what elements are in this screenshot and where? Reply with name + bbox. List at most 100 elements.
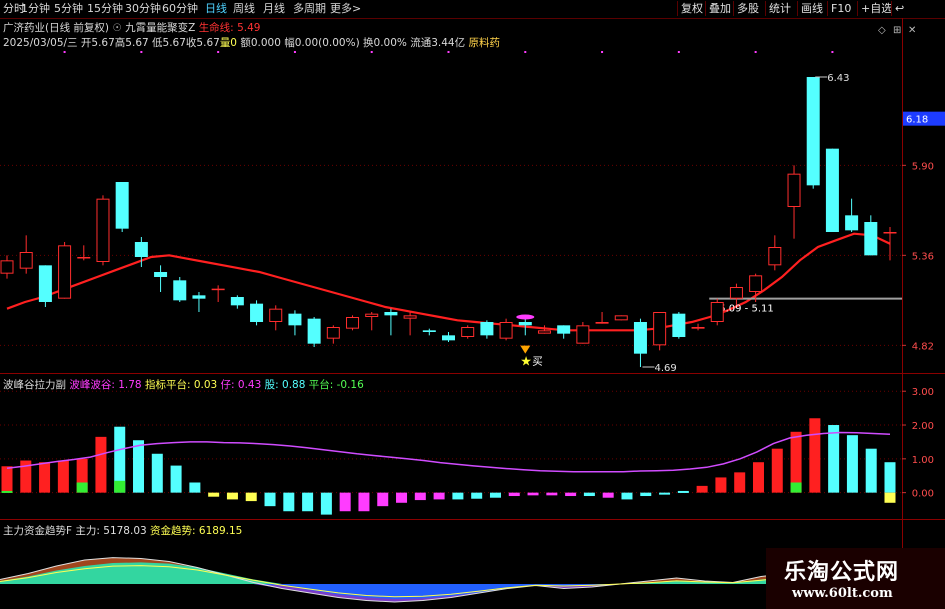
osc-bar-15	[283, 492, 295, 512]
candle-36	[691, 323, 705, 331]
candle-8	[154, 265, 168, 292]
osc-bar-overlay-3	[790, 482, 802, 493]
top-signal-dot-3	[63, 51, 66, 53]
candle-body-37	[710, 302, 724, 322]
osc-bar-overlay-2	[114, 480, 126, 493]
candle-body-16	[307, 318, 321, 344]
candle-6	[115, 182, 129, 232]
candle-21	[403, 312, 417, 336]
diamond-icon: ◇	[878, 25, 886, 36]
candle-25	[480, 320, 494, 339]
top-signal-dot-31	[601, 51, 604, 53]
osc-bar-46	[865, 448, 877, 493]
candle-9	[173, 277, 187, 302]
osc-bar-8	[151, 453, 163, 493]
candle-body-33	[633, 322, 647, 354]
candle-body-34	[653, 312, 667, 346]
candle-body-0	[0, 260, 14, 274]
candle-body-13	[250, 303, 264, 322]
candle-24	[461, 325, 475, 339]
candle-body-30	[576, 325, 590, 344]
osc-bar-24	[452, 492, 464, 500]
buy-label: 买	[532, 356, 543, 368]
osc-bar-10	[189, 482, 201, 493]
candle-body-42	[806, 77, 820, 186]
osc-bar-31	[583, 492, 595, 497]
current-price-label: 6.18	[906, 115, 928, 126]
osc-bar-26	[489, 492, 501, 498]
osc-bar-39	[734, 472, 746, 493]
candle-body-44	[845, 215, 859, 231]
panel2-legend-3: 股: 0.88	[261, 379, 306, 391]
osc-tick-label-2: 1.00	[912, 455, 934, 466]
osc-bar-47	[884, 462, 896, 493]
candle-body-36	[691, 327, 705, 329]
candle-29	[557, 325, 571, 339]
chart-canvas[interactable]: 5.90 5.36 4.82 5.09 - 5.11 ★ 买 6.43 4.69 6.18 ◇ ⊞ ✕…	[0, 0, 945, 609]
layout-icon: ⊞	[893, 25, 901, 36]
low-marker-label: 4.69	[654, 363, 676, 374]
osc-bar-overlay-1	[76, 482, 88, 493]
candle-40	[768, 235, 782, 271]
candle-42	[806, 77, 820, 189]
candle-22	[422, 328, 436, 336]
osc-bar-23	[433, 492, 445, 500]
osc-bar-27	[508, 492, 520, 497]
candle-body-2	[38, 265, 52, 302]
osc-bar-44	[828, 425, 840, 493]
panel3-legend-1: 资金趋势: 6189.15	[146, 525, 243, 537]
candle-body-6	[115, 182, 129, 229]
osc-tick-label-3: 0.00	[912, 489, 934, 500]
osc-bar-21	[396, 492, 408, 503]
candle-11	[211, 285, 225, 302]
candle-44	[845, 198, 859, 232]
osc-bar-19	[358, 492, 370, 512]
panel3-legend-0: 主力: 5178.03	[75, 525, 147, 537]
osc-bar-37	[696, 485, 708, 493]
high-marker-label: 6.43	[827, 73, 849, 84]
candle-body-12	[230, 297, 244, 306]
candle-46	[883, 227, 897, 261]
candle-43	[825, 148, 839, 232]
candle-body-31	[595, 322, 609, 324]
panel2-legend-0: 波峰波谷: 1.78	[69, 379, 142, 391]
osc-bar-36	[677, 490, 689, 493]
osc-bar-overlay-0	[1, 490, 13, 493]
candle-body-17	[326, 327, 340, 339]
panel3-indicator-name: 主力资金趋势F	[3, 525, 73, 537]
panel2-legend: 波峰波谷: 1.78 指标平台: 0.03 仔: 0.43 股: 0.88 平台…	[69, 379, 363, 391]
candle-body-27	[518, 322, 532, 326]
candle-5	[96, 195, 110, 266]
candle-body-41	[787, 173, 801, 208]
osc-bar-13	[245, 492, 257, 502]
candle-18	[346, 315, 360, 331]
watermark-url: www.60lt.com	[792, 586, 893, 601]
top-signal-dot-19	[370, 51, 373, 53]
top-signal-dot-39	[754, 51, 757, 53]
candle-body-23	[442, 335, 455, 341]
candle-3	[58, 242, 72, 299]
top-signal-dot-23	[447, 51, 450, 53]
osc-bar-7	[133, 440, 145, 493]
candle-body-43	[825, 148, 839, 232]
candle-33	[633, 318, 647, 367]
candle-body-28	[537, 330, 551, 334]
top-signal-dot-27	[524, 51, 527, 53]
candle-45	[864, 215, 878, 256]
candle-19	[365, 312, 379, 331]
candle-body-10	[192, 295, 206, 299]
candle-20	[384, 308, 398, 336]
osc-bar-25	[471, 492, 483, 499]
candle-body-11	[211, 288, 225, 291]
candle-body-18	[346, 317, 360, 329]
candle-38	[729, 283, 743, 306]
osc-bar-45	[846, 435, 858, 493]
candle-body-39	[749, 275, 763, 293]
candle-2	[38, 265, 52, 307]
osc-bar-38	[715, 477, 727, 493]
candle-body-46	[883, 232, 897, 234]
osc-bar-41	[771, 448, 783, 493]
candle-body-1	[19, 252, 33, 269]
candle-body-3	[58, 245, 72, 299]
top-signal-dot-15	[293, 51, 296, 53]
